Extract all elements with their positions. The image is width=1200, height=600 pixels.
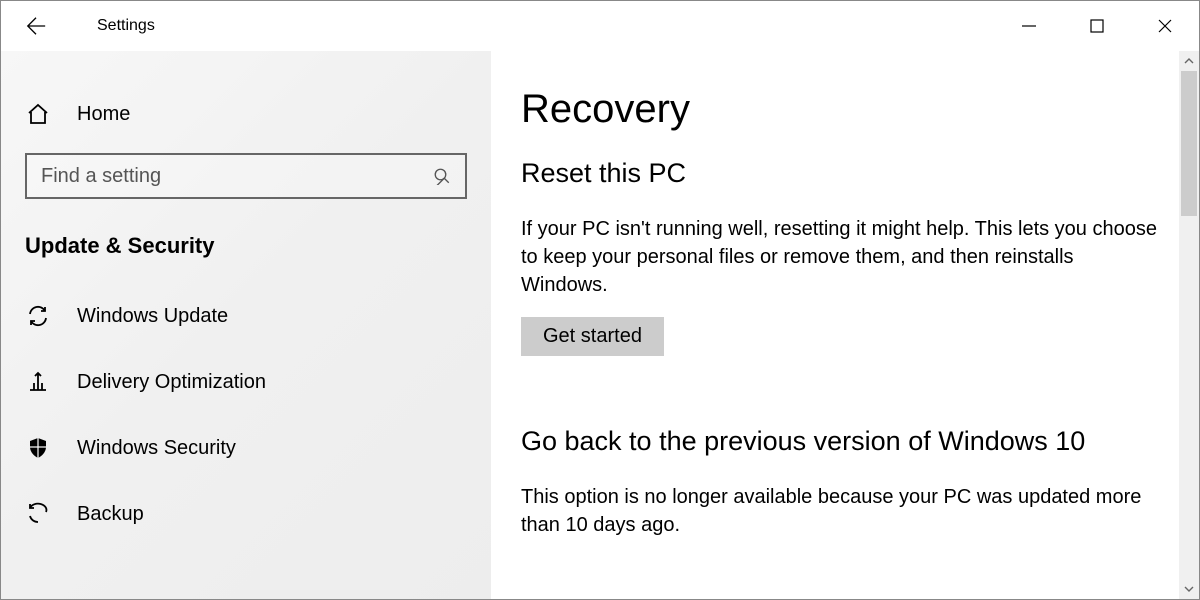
- shield-icon: [25, 435, 51, 461]
- back-button[interactable]: [25, 1, 69, 51]
- scroll-down-button[interactable]: [1179, 579, 1199, 599]
- scroll-track[interactable]: [1179, 71, 1199, 579]
- sidebar-item-label: Windows Security: [77, 437, 236, 460]
- titlebar: Settings: [1, 1, 1199, 51]
- sync-icon: [25, 303, 51, 329]
- window-controls: [995, 1, 1199, 51]
- maximize-icon: [1090, 19, 1104, 33]
- main-panel: Recovery Reset this PC If your PC isn't …: [491, 51, 1199, 599]
- search-box[interactable]: [25, 153, 467, 199]
- get-started-button[interactable]: Get started: [521, 317, 664, 356]
- scroll-up-button[interactable]: [1179, 51, 1199, 71]
- section-body-goback: This option is no longer available becau…: [521, 483, 1161, 539]
- sidebar-item-label: Windows Update: [77, 305, 228, 328]
- content-area: Home Update & Security Windows Update: [1, 51, 1199, 599]
- window-title: Settings: [97, 17, 155, 35]
- chevron-down-icon: [1184, 584, 1194, 594]
- chevron-up-icon: [1184, 56, 1194, 66]
- scroll-thumb[interactable]: [1181, 71, 1197, 216]
- sidebar-item-backup[interactable]: Backup: [1, 489, 491, 539]
- search-input[interactable]: [41, 165, 433, 188]
- sidebar-item-delivery-optimization[interactable]: Delivery Optimization: [1, 357, 491, 407]
- search-container: [1, 153, 491, 217]
- section-title-goback: Go back to the previous version of Windo…: [521, 426, 1169, 457]
- close-button[interactable]: [1131, 1, 1199, 51]
- section-body-reset: If your PC isn't running well, resetting…: [521, 215, 1161, 299]
- minimize-icon: [1022, 19, 1036, 33]
- arrow-left-icon: [25, 15, 47, 37]
- minimize-button[interactable]: [995, 1, 1063, 51]
- sidebar-item-label: Delivery Optimization: [77, 371, 266, 394]
- sidebar: Home Update & Security Windows Update: [1, 51, 491, 599]
- section-title-reset: Reset this PC: [521, 158, 1169, 189]
- close-icon: [1158, 19, 1172, 33]
- sidebar-home[interactable]: Home: [1, 89, 491, 139]
- sidebar-item-label: Backup: [77, 503, 144, 526]
- sidebar-home-label: Home: [77, 103, 130, 126]
- sidebar-category: Update & Security: [1, 217, 491, 291]
- home-icon: [25, 101, 51, 127]
- sidebar-item-windows-security[interactable]: Windows Security: [1, 423, 491, 473]
- backup-icon: [25, 501, 51, 527]
- maximize-button[interactable]: [1063, 1, 1131, 51]
- search-icon: [433, 167, 451, 185]
- page-title: Recovery: [521, 87, 1169, 132]
- sidebar-item-windows-update[interactable]: Windows Update: [1, 291, 491, 341]
- delivery-icon: [25, 369, 51, 395]
- scrollbar[interactable]: [1179, 51, 1199, 599]
